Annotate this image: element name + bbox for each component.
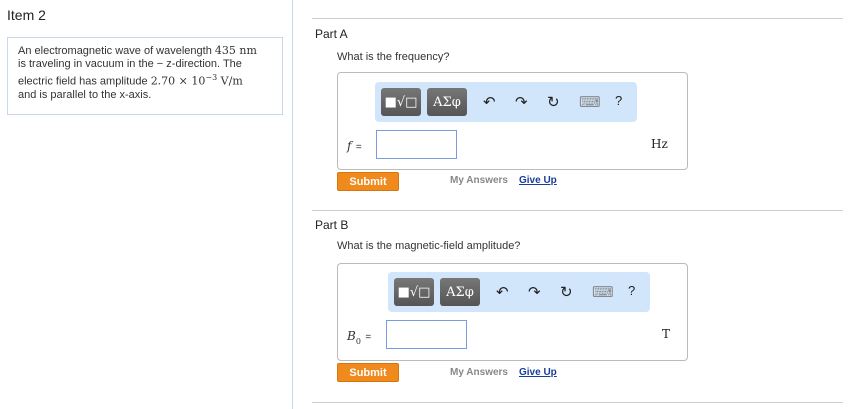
part-b-answer-input[interactable] (386, 320, 467, 349)
problem-statement: An electromagnetic wave of wavelength 43… (7, 37, 283, 115)
templates-button[interactable]: ■√□ (381, 88, 421, 116)
divider (312, 210, 843, 211)
reset-icon[interactable]: ↻ (547, 93, 560, 111)
part-a-title: Part A (315, 27, 348, 41)
text: An electromagnetic wave of wavelength (18, 45, 215, 57)
greek-symbols-button[interactable]: ΑΣφ (440, 278, 480, 306)
variable: B (347, 329, 356, 343)
greek-symbols-button[interactable]: ΑΣφ (427, 88, 467, 116)
text: z-direction. The (163, 58, 242, 70)
divider (312, 18, 843, 19)
part-b-question: What is the magnetic-field amplitude? (337, 240, 521, 252)
templates-button[interactable]: ■√□ (394, 278, 434, 306)
amplitude: 2.70 × 10 (150, 74, 206, 88)
reset-icon[interactable]: ↻ (560, 283, 573, 301)
equals: = (365, 332, 372, 343)
redo-icon[interactable]: ↷ (528, 283, 541, 301)
part-b-give-up-link[interactable]: Give Up (519, 367, 557, 378)
item-title: Item 2 (7, 7, 46, 23)
keyboard-icon[interactable]: ⌨ (579, 93, 601, 111)
divider (312, 402, 843, 403)
part-b-label: B0 = (347, 327, 371, 346)
help-icon[interactable]: ? (615, 93, 622, 108)
part-a-submit-button[interactable]: Submit (337, 172, 399, 191)
part-b-math-toolbar: ■√□ ΑΣφ ↶ ↷ ↻ ⌨ ? (388, 272, 650, 312)
part-b-my-answers-link[interactable]: My Answers (450, 367, 508, 378)
text: and is parallel to the x-axis. (18, 88, 152, 101)
amplitude-unit: V/m (217, 74, 243, 88)
part-a-my-answers-link[interactable]: My Answers (450, 175, 508, 186)
text: electric field has amplitude (18, 75, 151, 88)
equals: = (355, 142, 362, 153)
part-a-label: f = (347, 137, 362, 155)
variable-subscript: 0 (355, 337, 361, 347)
text: is traveling in vacuum in the (18, 58, 157, 70)
part-b-title: Part B (315, 218, 349, 232)
part-a-answer-input[interactable] (376, 130, 457, 159)
part-a-unit: Hz (651, 137, 668, 151)
part-a-math-toolbar: ■√□ ΑΣφ ↶ ↷ ↻ ⌨ ? (375, 82, 637, 122)
help-icon[interactable]: ? (628, 283, 635, 298)
part-a-give-up-link[interactable]: Give Up (519, 175, 557, 186)
amplitude-exponent: −3 (205, 73, 218, 82)
part-b-submit-button[interactable]: Submit (337, 363, 399, 382)
wavelength: 435 nm (214, 44, 257, 57)
undo-icon[interactable]: ↶ (496, 283, 509, 301)
variable: f (347, 139, 352, 153)
keyboard-icon[interactable]: ⌨ (592, 283, 614, 301)
part-a-question: What is the frequency? (337, 51, 450, 63)
redo-icon[interactable]: ↷ (515, 93, 528, 111)
undo-icon[interactable]: ↶ (483, 93, 496, 111)
part-b-unit: T (662, 327, 671, 341)
